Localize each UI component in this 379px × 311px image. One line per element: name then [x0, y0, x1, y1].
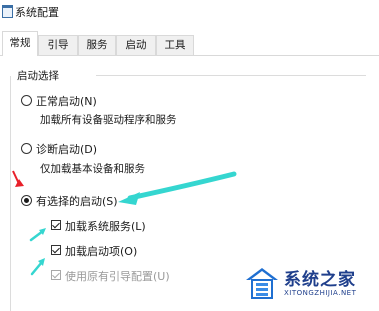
watermark-text: 系统之家	[284, 270, 356, 290]
tab-general[interactable]: 常规	[2, 31, 38, 56]
watermark-logo-icon	[246, 268, 278, 299]
cyan-arrow-icon	[118, 171, 237, 205]
watermark-subtext: XITONGZHIJIA.NET	[284, 289, 357, 297]
cyan-small-arrow-icon	[29, 228, 46, 242]
watermark: 系统之家 XITONGZHIJIA.NET	[240, 263, 377, 307]
red-arrow-icon	[12, 170, 24, 187]
cyan-small-arrow-icon	[30, 258, 45, 276]
